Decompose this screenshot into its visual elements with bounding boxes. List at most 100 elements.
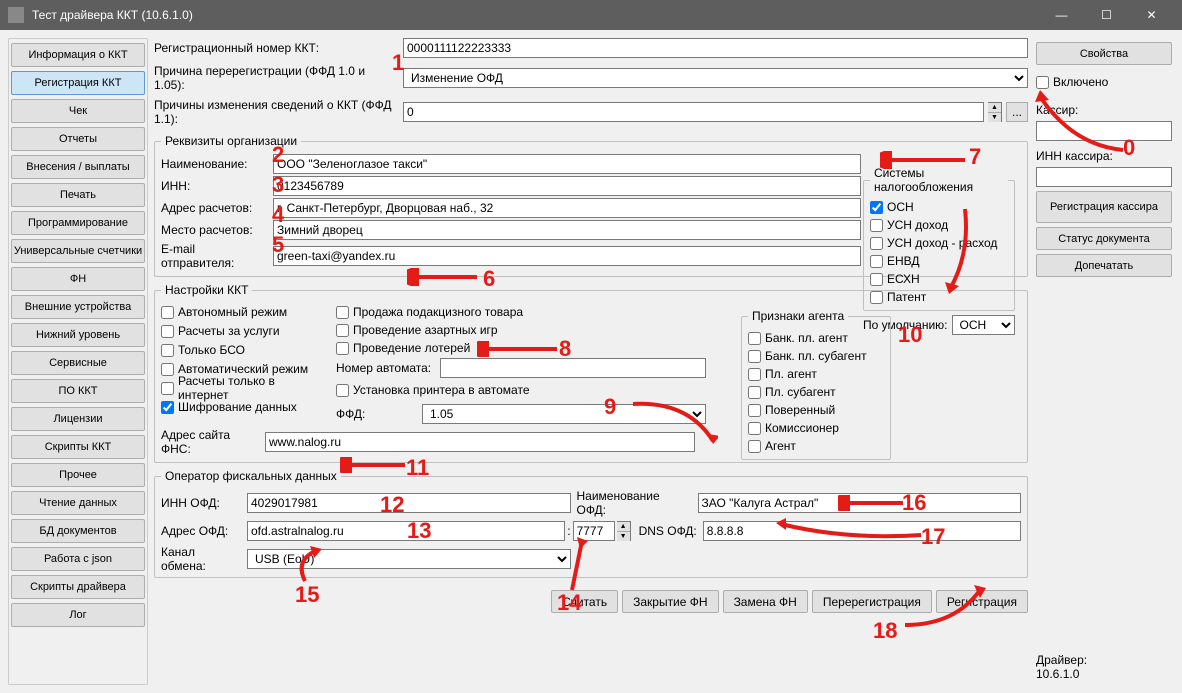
agent-cb-0[interactable]: Банк. пл. агент (748, 329, 884, 347)
tax-checkbox-1[interactable]: УСН доход (870, 216, 1008, 234)
kkt-cb1-0[interactable]: Автономный режим (161, 303, 326, 321)
doc-status-button[interactable]: Статус документа (1036, 227, 1172, 250)
driver-label: Драйвер: (1036, 653, 1172, 667)
ofd-port-spinner[interactable]: ▲▼ (617, 521, 631, 541)
sidebar-item-16[interactable]: Чтение данных (11, 491, 145, 515)
ofd-name-input[interactable] (698, 493, 1022, 513)
reg-button[interactable]: Регистрация (936, 590, 1028, 613)
email-label: E-mail отправителя: (161, 242, 269, 270)
props-button[interactable]: Свойства (1036, 42, 1172, 65)
close-fn-button[interactable]: Закрытие ФН (622, 590, 718, 613)
main-panel: Регистрационный номер ККТ: Причина перер… (154, 38, 1028, 685)
sidebar-item-6[interactable]: Программирование (11, 211, 145, 235)
fns-label: Адрес сайта ФНС: (161, 428, 261, 456)
fns-input[interactable] (265, 432, 695, 452)
sidebar-item-14[interactable]: Скрипты ККТ (11, 435, 145, 459)
close-button[interactable]: ✕ (1129, 0, 1174, 30)
ofd-legend: Оператор фискальных данных (161, 469, 341, 483)
driver-version: 10.6.1.0 (1036, 667, 1172, 681)
ofd-inn-input[interactable] (247, 493, 571, 513)
ofd-fieldset: Оператор фискальных данных ИНН ОФД: Наим… (154, 469, 1028, 578)
replace-fn-button[interactable]: Замена ФН (723, 590, 808, 613)
reg-cashier-button[interactable]: Регистрация кассира (1036, 191, 1172, 223)
read-button[interactable]: Считать (551, 590, 618, 613)
minimize-button[interactable]: — (1039, 0, 1084, 30)
change-info-browse-button[interactable]: ... (1006, 102, 1028, 122)
rereg-button[interactable]: Перерегистрация (812, 590, 932, 613)
sidebar-item-4[interactable]: Внесения / выплаты (11, 155, 145, 179)
tax-checkbox-0[interactable]: ОСН (870, 198, 1008, 216)
org-legend: Реквизиты организации (161, 134, 301, 148)
reg-number-input[interactable] (403, 38, 1028, 58)
kkt-settings-legend: Настройки ККТ (161, 283, 252, 297)
ofd-name-label: Наименование ОФД: (577, 489, 692, 517)
left-sidebar: Информация о ККТ Регистрация ККТ Чек Отчеты… (8, 38, 148, 685)
kkt-cb1-5[interactable]: Шифрование данных (161, 398, 326, 416)
sidebar-item-9[interactable]: Внешние устройства (11, 295, 145, 319)
cashier-input[interactable] (1036, 121, 1172, 141)
sidebar-item-7[interactable]: Универсальные счетчики (11, 239, 145, 263)
sidebar-item-2[interactable]: Чек (11, 99, 145, 123)
tax-legend: Системы налогообложения (870, 166, 1008, 194)
ofd-addr-input[interactable] (247, 521, 565, 541)
cashier-inn-input[interactable] (1036, 167, 1172, 187)
kkt-cb1-1[interactable]: Расчеты за услуги (161, 322, 326, 340)
calc-place-input[interactable] (273, 220, 861, 240)
org-fieldset: Реквизиты организации Наименование: ИНН:… (154, 134, 1028, 277)
reprint-button[interactable]: Допечатать (1036, 254, 1172, 277)
kkt-cb2-1[interactable]: Проведение азартных игр (336, 321, 706, 339)
cashier-label: Кассир: (1036, 103, 1172, 117)
titlebar: Тест драйвера ККТ (10.6.1.0) — ☐ ✕ (0, 0, 1182, 30)
agent-fieldset: Признаки агента Банк. пл. агентБанк. пл.… (741, 309, 891, 460)
enabled-checkbox[interactable]: Включено (1036, 73, 1172, 91)
printer-install-checkbox[interactable]: Установка принтера в автомате (336, 381, 706, 399)
app-icon (8, 7, 24, 23)
ffd-select[interactable]: 1.05 (422, 404, 706, 424)
ofd-port-input[interactable] (573, 521, 615, 541)
org-inn-input[interactable] (273, 176, 861, 196)
agent-cb-4[interactable]: Поверенный (748, 401, 884, 419)
sidebar-item-13[interactable]: Лицензии (11, 407, 145, 431)
sidebar-item-0[interactable]: Информация о ККТ (11, 43, 145, 67)
sidebar-item-12[interactable]: ПО ККТ (11, 379, 145, 403)
org-inn-label: ИНН: (161, 179, 269, 193)
sidebar-item-17[interactable]: БД документов (11, 519, 145, 543)
email-input[interactable] (273, 246, 861, 266)
sidebar-item-10[interactable]: Нижний уровень (11, 323, 145, 347)
sidebar-item-18[interactable]: Работа с json (11, 547, 145, 571)
ofd-dns-input[interactable] (703, 521, 1021, 541)
auto-num-input[interactable] (440, 358, 706, 378)
tax-checkbox-3[interactable]: ЕНВД (870, 252, 1008, 270)
sidebar-item-8[interactable]: ФН (11, 267, 145, 291)
change-info-spinner[interactable]: ▲▼ (988, 102, 1002, 122)
sidebar-item-15[interactable]: Прочее (11, 463, 145, 487)
tax-checkbox-2[interactable]: УСН доход - расход (870, 234, 1008, 252)
kkt-cb1-4[interactable]: Расчеты только в интернет (161, 379, 326, 397)
calc-addr-input[interactable] (273, 198, 861, 218)
sidebar-item-11[interactable]: Сервисные (11, 351, 145, 375)
sidebar-item-5[interactable]: Печать (11, 183, 145, 207)
agent-cb-2[interactable]: Пл. агент (748, 365, 884, 383)
ofd-channel-select[interactable]: USB (EoU) (247, 549, 571, 569)
agent-cb-3[interactable]: Пл. субагент (748, 383, 884, 401)
sidebar-item-3[interactable]: Отчеты (11, 127, 145, 151)
kkt-settings-fieldset: Настройки ККТ Автономный режимРасчеты за… (154, 283, 1028, 463)
change-info-input[interactable] (403, 102, 984, 122)
sidebar-item-1[interactable]: Регистрация ККТ (11, 71, 145, 95)
agent-cb-1[interactable]: Банк. пл. субагент (748, 347, 884, 365)
kkt-cb1-2[interactable]: Только БСО (161, 341, 326, 359)
agent-cb-5[interactable]: Комиссионер (748, 419, 884, 437)
agent-legend: Признаки агента (748, 309, 848, 323)
sidebar-item-19[interactable]: Скрипты драйвера (11, 575, 145, 599)
ofd-dns-label: DNS ОФД: (639, 524, 697, 538)
agent-cb-6[interactable]: Агент (748, 437, 884, 455)
kkt-cb2-2[interactable]: Проведение лотерей (336, 339, 706, 357)
reg-number-label: Регистрационный номер ККТ: (154, 41, 399, 55)
rereg-reason-select[interactable]: Изменение ОФД (403, 68, 1028, 88)
org-name-input[interactable] (273, 154, 861, 174)
sidebar-item-20[interactable]: Лог (11, 603, 145, 627)
maximize-button[interactable]: ☐ (1084, 0, 1129, 30)
kkt-cb2-0[interactable]: Продажа подакцизного товара (336, 303, 706, 321)
ofd-channel-label: Канал обмена: (161, 545, 241, 573)
cashier-inn-label: ИНН кассира: (1036, 149, 1172, 163)
